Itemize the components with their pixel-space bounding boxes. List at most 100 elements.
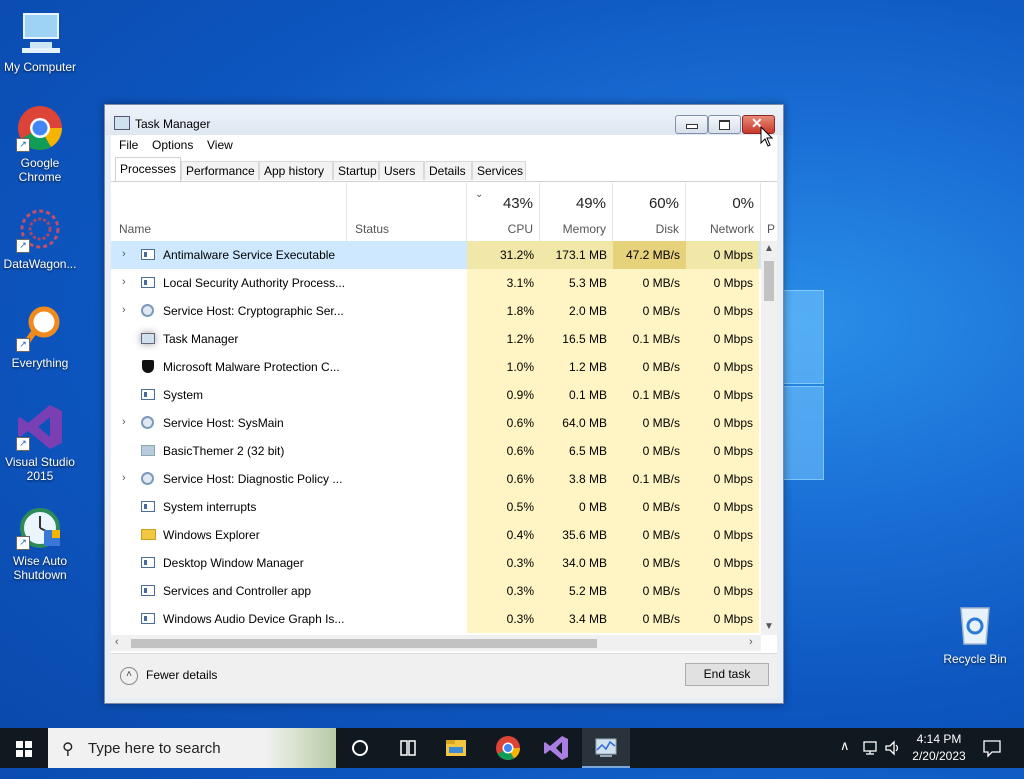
menu-view[interactable]: View bbox=[207, 138, 233, 152]
wise-auto-shutdown-icon: ↗ bbox=[16, 502, 64, 550]
app-icon bbox=[141, 389, 155, 400]
computer-icon bbox=[16, 8, 64, 56]
table-row[interactable]: Services and Controller app 0.3% 5.2 MB 0 M… bbox=[111, 577, 761, 605]
process-network: 0 Mbps bbox=[686, 605, 759, 633]
process-name: System bbox=[163, 388, 204, 402]
desktop-icon-google-chrome[interactable]: ↗ Google Chrome bbox=[0, 104, 80, 184]
task-view-icon bbox=[400, 740, 416, 756]
tab-services[interactable]: Services bbox=[472, 161, 526, 180]
gear-icon bbox=[141, 416, 154, 429]
tab-startup[interactable]: Startup bbox=[333, 161, 379, 180]
table-row[interactable]: › Service Host: Diagnostic Policy ... 0.6%… bbox=[111, 465, 761, 493]
chevron-right-icon[interactable]: › bbox=[122, 416, 126, 428]
taskbar-task-manager[interactable] bbox=[582, 728, 630, 768]
scroll-left-icon[interactable]: ‹ bbox=[115, 636, 119, 648]
process-name: Service Host: SysMain bbox=[163, 416, 284, 430]
table-row[interactable]: System 0.9% 0.1 MB 0.1 MB/s 0 Mbps bbox=[111, 381, 761, 409]
process-cpu: 0.3% bbox=[467, 605, 540, 633]
column-header-power[interactable]: P bbox=[761, 183, 777, 241]
table-row[interactable]: › Service Host: SysMain 0.6% 64.0 MB 0 MB/s 0… bbox=[111, 409, 761, 437]
task-manager-icon bbox=[141, 333, 155, 344]
process-memory: 3.8 MB bbox=[540, 465, 613, 493]
chevron-right-icon[interactable]: › bbox=[122, 276, 126, 288]
recycle-bin-icon bbox=[951, 600, 999, 648]
network-icon[interactable] bbox=[862, 739, 880, 779]
horizontal-scroll-thumb[interactable] bbox=[131, 639, 597, 648]
scroll-thumb[interactable] bbox=[764, 261, 774, 301]
vertical-scrollbar[interactable]: ▲ ▼ bbox=[761, 241, 777, 635]
chevron-right-icon[interactable]: › bbox=[122, 248, 126, 260]
column-header-memory[interactable]: 49% Memory bbox=[540, 183, 613, 241]
column-header-name[interactable]: Name bbox=[111, 183, 347, 241]
chevron-right-icon[interactable]: › bbox=[122, 304, 126, 316]
column-header-row: Name Status ⌄ 43% CPU 49% Memory 60% Dis… bbox=[111, 183, 777, 242]
menu-options[interactable]: Options bbox=[152, 138, 193, 152]
process-disk: 0.1 MB/s bbox=[613, 381, 686, 409]
desktop-icon-datawagon[interactable]: ↗ DataWagon... bbox=[0, 205, 80, 271]
desktop-icon-wise-auto-shutdown[interactable]: ↗ Wise Auto Shutdown bbox=[0, 502, 80, 582]
table-row[interactable]: Task Manager 1.2% 16.5 MB 0.1 MB/s 0 Mbps bbox=[111, 325, 761, 353]
scroll-down-icon[interactable]: ▼ bbox=[764, 621, 774, 632]
folder-icon bbox=[141, 529, 156, 540]
process-network: 0 Mbps bbox=[686, 549, 759, 577]
column-header-cpu[interactable]: ⌄ 43% CPU bbox=[467, 183, 540, 241]
search-input[interactable]: Type here to search bbox=[88, 740, 221, 757]
mouse-cursor-icon bbox=[760, 126, 774, 147]
app-icon bbox=[141, 613, 155, 624]
volume-icon[interactable] bbox=[884, 739, 902, 779]
cortana-button[interactable] bbox=[336, 728, 384, 768]
table-row[interactable]: System interrupts 0.5% 0 MB 0 MB/s 0 Mbps bbox=[111, 493, 761, 521]
desktop-icon-my-computer[interactable]: My Computer bbox=[0, 8, 80, 74]
desktop-icon-everything[interactable]: ↗ Everything bbox=[0, 304, 80, 370]
desktop-icon-visual-studio[interactable]: ↗ Visual Studio 2015 bbox=[0, 403, 80, 483]
horizontal-scrollbar[interactable]: ‹ › bbox=[111, 635, 761, 651]
process-cpu: 1.8% bbox=[467, 297, 540, 325]
show-hidden-icons-chevron-up-icon[interactable]: ∧ bbox=[840, 738, 850, 778]
tab-app-history[interactable]: App history bbox=[259, 161, 333, 180]
gear-icon bbox=[141, 472, 154, 485]
table-row[interactable]: Windows Explorer 0.4% 35.6 MB 0 MB/s 0 Mbps bbox=[111, 521, 761, 549]
notifications-icon[interactable] bbox=[982, 738, 1002, 778]
table-row[interactable]: Microsoft Malware Protection C... 1.0% 1.2… bbox=[111, 353, 761, 381]
title-bar[interactable]: Task Manager ✕ bbox=[105, 105, 783, 135]
table-row[interactable]: › Local Security Authority Process... 3.1%… bbox=[111, 269, 761, 297]
table-row[interactable]: Windows Audio Device Graph Is... 0.3% 3.4 … bbox=[111, 605, 761, 633]
table-row[interactable]: › Antimalware Service Executable 31.2% 173.… bbox=[111, 241, 761, 269]
start-button[interactable] bbox=[0, 728, 48, 768]
tab-details[interactable]: Details bbox=[424, 161, 472, 180]
windows-logo-wallpaper bbox=[780, 290, 824, 480]
column-header-status[interactable]: Status bbox=[347, 183, 467, 241]
minimize-button[interactable] bbox=[675, 115, 708, 134]
fewer-details-button[interactable]: ˄ Fewer details bbox=[120, 667, 217, 685]
tab-users[interactable]: Users bbox=[379, 161, 424, 180]
tab-performance[interactable]: Performance bbox=[181, 161, 259, 180]
taskbar-chrome[interactable] bbox=[484, 728, 532, 768]
taskbar-search-box[interactable]: ⚲ Type here to search bbox=[48, 728, 336, 768]
tab-processes[interactable]: Processes bbox=[115, 157, 181, 181]
taskbar-visual-studio[interactable] bbox=[532, 728, 580, 768]
maximize-button[interactable] bbox=[708, 115, 741, 134]
desktop-icon-label: Wise Auto Shutdown bbox=[12, 554, 68, 582]
end-task-button[interactable]: End task bbox=[685, 663, 769, 686]
column-header-disk[interactable]: 60% Disk bbox=[613, 183, 686, 241]
column-header-network[interactable]: 0% Network bbox=[686, 183, 761, 241]
process-cpu: 0.9% bbox=[467, 381, 540, 409]
menu-file[interactable]: File bbox=[119, 138, 138, 152]
process-cpu: 0.3% bbox=[467, 549, 540, 577]
table-row[interactable]: Desktop Window Manager 0.3% 34.0 MB 0 MB/s 0… bbox=[111, 549, 761, 577]
taskbar-file-explorer[interactable] bbox=[432, 728, 480, 768]
desktop-icon-recycle-bin[interactable]: Recycle Bin bbox=[935, 600, 1015, 666]
scroll-right-icon[interactable]: › bbox=[749, 636, 753, 648]
process-disk: 0 MB/s bbox=[613, 521, 686, 549]
chevron-right-icon[interactable]: › bbox=[122, 472, 126, 484]
process-disk: 0 MB/s bbox=[613, 493, 686, 521]
process-memory: 5.2 MB bbox=[540, 577, 613, 605]
process-memory: 16.5 MB bbox=[540, 325, 613, 353]
table-row[interactable]: BasicThemer 2 (32 bit) 0.6% 6.5 MB 0 MB/s 0 … bbox=[111, 437, 761, 465]
system-clock[interactable]: 4:14 PM 2/20/2023 bbox=[904, 731, 974, 765]
scroll-up-icon[interactable]: ▲ bbox=[764, 243, 774, 254]
process-cpu: 0.5% bbox=[467, 493, 540, 521]
task-view-button[interactable] bbox=[384, 728, 432, 768]
table-row[interactable]: › Service Host: Cryptographic Ser... 1.8% 2… bbox=[111, 297, 761, 325]
process-memory: 64.0 MB bbox=[540, 409, 613, 437]
